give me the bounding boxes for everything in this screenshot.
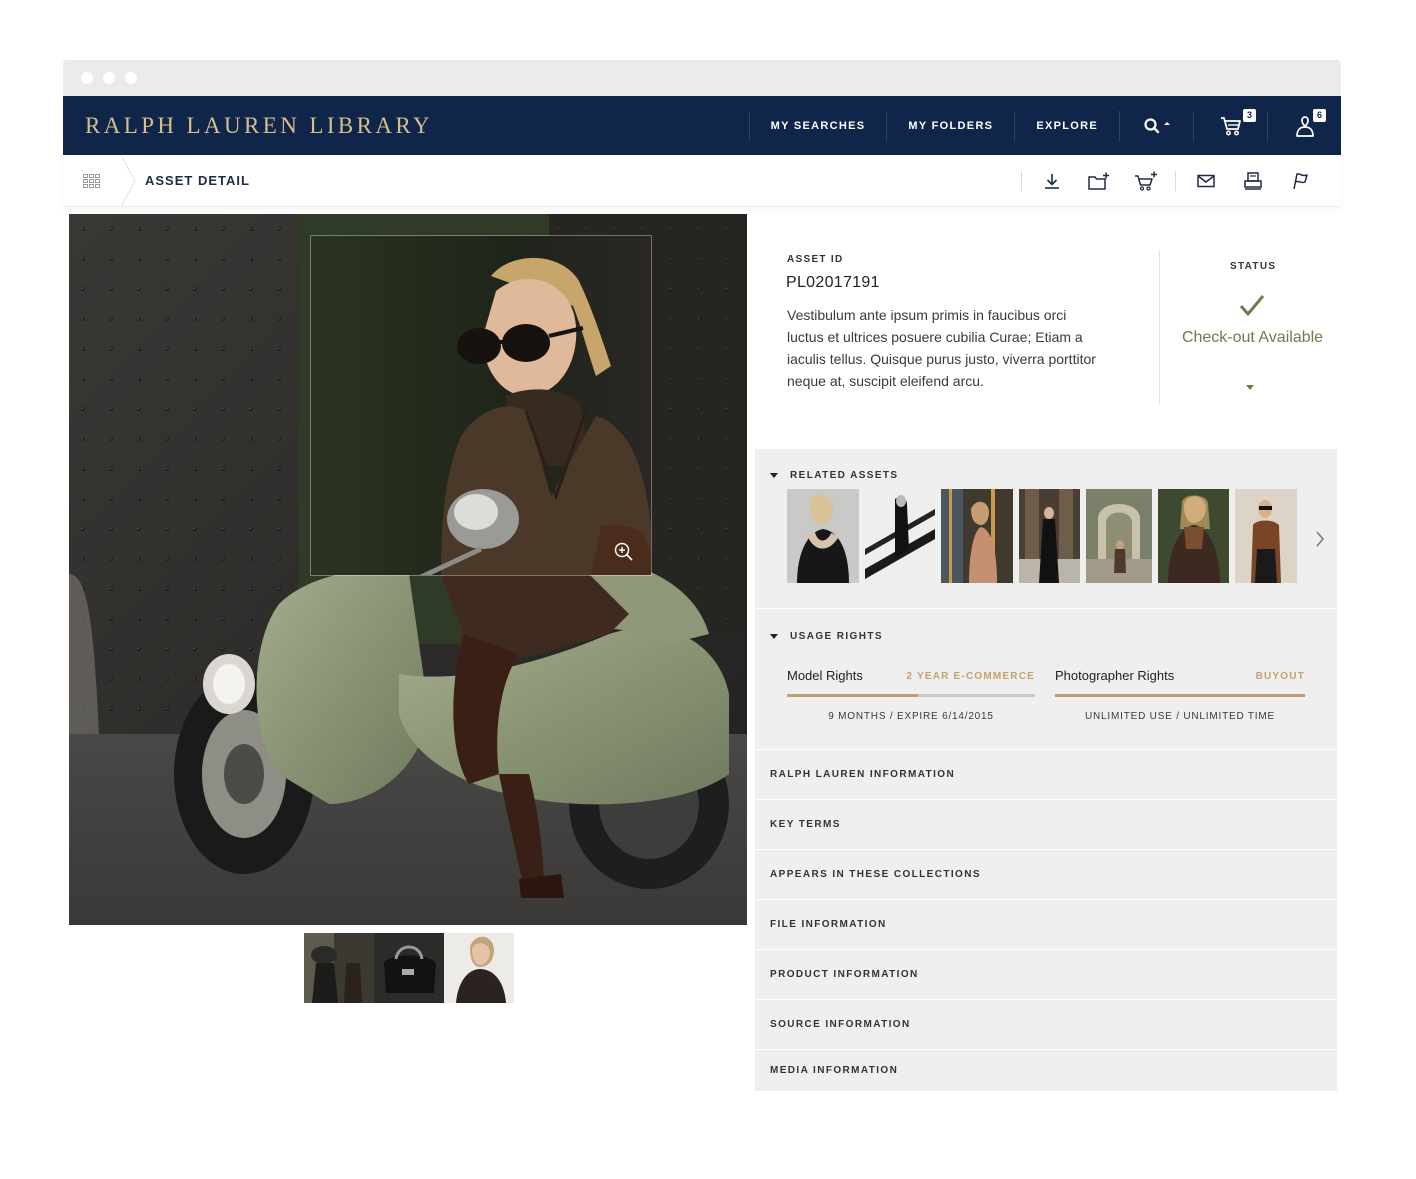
- checkmark-icon: [1239, 295, 1265, 317]
- related-assets-row: [787, 489, 1297, 583]
- section-title: PRODUCT INFORMATION: [770, 969, 919, 980]
- related-asset-thumbnail[interactable]: [1235, 489, 1297, 583]
- toolbar-divider: [1175, 171, 1176, 191]
- chevron-down-icon[interactable]: [1246, 385, 1254, 391]
- add-to-folder-icon: [1087, 172, 1109, 190]
- section-title: SOURCE INFORMATION: [770, 1019, 911, 1030]
- section-key-terms[interactable]: KEY TERMS: [755, 800, 1337, 850]
- section-file-information[interactable]: FILE INFORMATION: [755, 900, 1337, 950]
- add-to-cart-button[interactable]: [1122, 171, 1169, 191]
- search-icon: [1143, 117, 1170, 133]
- cart-button[interactable]: 3: [1194, 96, 1267, 155]
- collapse-icon: [770, 633, 778, 639]
- print-button[interactable]: [1229, 172, 1276, 190]
- brand-logo[interactable]: RALPH LAUREN LIBRARY: [85, 113, 433, 139]
- window-dot[interactable]: [103, 72, 115, 84]
- grid-icon: [83, 173, 100, 188]
- email-button[interactable]: [1182, 174, 1229, 188]
- status-value: Check-out Available: [1181, 329, 1324, 346]
- cart-count-badge: 3: [1243, 109, 1256, 122]
- info-divider: [1159, 250, 1160, 404]
- nav-my-searches[interactable]: MY SEARCHES: [750, 120, 887, 132]
- status-label: STATUS: [1230, 261, 1277, 272]
- window-dot[interactable]: [81, 72, 93, 84]
- breadcrumb: ASSET DETAIL: [145, 173, 250, 188]
- top-nav: RALPH LAUREN LIBRARY MY SEARCHES MY FOLD…: [63, 96, 1341, 155]
- asset-description: Vestibulum ante ipsum primis in faucibus…: [787, 307, 1096, 389]
- collapse-icon: [770, 472, 778, 478]
- browser-window: RALPH LAUREN LIBRARY MY SEARCHES MY FOLD…: [63, 60, 1341, 1100]
- add-to-folder-button[interactable]: [1075, 172, 1122, 190]
- rights-progress-bar: [1055, 694, 1305, 697]
- rights-meta: UNLIMITED USE / UNLIMITED TIME: [1085, 711, 1275, 722]
- section-ralph-lauren-information[interactable]: RALPH LAUREN INFORMATION: [755, 750, 1337, 800]
- section-source-information[interactable]: SOURCE INFORMATION: [755, 1000, 1337, 1050]
- thumbnail-image[interactable]: [304, 933, 374, 1003]
- rights-meta: 9 MONTHS / EXPIRE 6/14/2015: [828, 711, 994, 722]
- thumbnail-image[interactable]: [374, 933, 444, 1003]
- section-title: APPEARS IN THESE COLLECTIONS: [770, 869, 981, 880]
- asset-id: PL02017191: [786, 274, 880, 291]
- flag-icon: [1292, 173, 1308, 190]
- email-icon: [1196, 174, 1215, 188]
- chevron-right-icon[interactable]: [1315, 531, 1325, 547]
- sub-toolbar: ASSET DETAIL: [63, 154, 1341, 207]
- section-title: USAGE RIGHTS: [790, 630, 883, 642]
- flag-button[interactable]: [1276, 172, 1323, 190]
- section-product-information[interactable]: PRODUCT INFORMATION: [755, 950, 1337, 1000]
- breadcrumb-divider: [121, 154, 136, 207]
- asset-info: ASSET ID PL02017191 Vestibulum ante ipsu…: [755, 214, 1337, 449]
- nav-my-folders[interactable]: MY FOLDERS: [887, 120, 1014, 132]
- details-panel: RELATED ASSETS USAGE RIGHTS Model Rights…: [755, 449, 1337, 1092]
- related-asset-thumbnail[interactable]: [941, 489, 1013, 583]
- usage-rights-header[interactable]: USAGE RIGHTS: [755, 609, 1337, 663]
- nav-right: MY SEARCHES MY FOLDERS EXPLORE 3 6: [748, 96, 1341, 155]
- add-to-cart-icon: [1134, 171, 1157, 191]
- main-asset-image[interactable]: [69, 214, 747, 925]
- section-title: RELATED ASSETS: [790, 469, 899, 481]
- toolbar-divider: [1021, 171, 1022, 191]
- asset-details: ASSET ID PL02017191 Vestibulum ante ipsu…: [755, 214, 1337, 1092]
- zoom-in-icon[interactable]: [614, 542, 634, 562]
- download-button[interactable]: [1028, 172, 1075, 190]
- image-thumbnails: [304, 933, 514, 1003]
- section-title: RALPH LAUREN INFORMATION: [770, 769, 956, 780]
- user-icon: [1295, 115, 1314, 137]
- rights-name: Photographer Rights: [1055, 668, 1175, 683]
- section-media-information[interactable]: MEDIA INFORMATION: [755, 1050, 1337, 1092]
- zoom-lens[interactable]: [310, 235, 652, 576]
- related-asset-thumbnail[interactable]: [865, 489, 935, 583]
- download-icon: [1044, 174, 1059, 189]
- nav-explore[interactable]: EXPLORE: [1015, 120, 1119, 132]
- window-dot[interactable]: [125, 72, 137, 84]
- rights-tag: 2 YEAR E-COMMERCE: [906, 671, 1035, 682]
- rights-progress-bar: [787, 694, 919, 697]
- rights-name: Model Rights: [787, 668, 863, 683]
- zoomed-portrait: [311, 236, 651, 575]
- usage-rights-section: USAGE RIGHTS Model Rights 2 YEAR E-COMME…: [755, 609, 1337, 750]
- section-appears-in-collections[interactable]: APPEARS IN THESE COLLECTIONS: [755, 850, 1337, 900]
- related-asset-thumbnail[interactable]: [787, 489, 859, 583]
- search-toggle[interactable]: [1120, 96, 1193, 155]
- related-asset-thumbnail[interactable]: [1158, 489, 1229, 583]
- user-count-badge: 6: [1313, 109, 1326, 122]
- related-asset-thumbnail[interactable]: [1086, 489, 1152, 583]
- window-chrome: [63, 60, 1341, 96]
- section-title: MEDIA INFORMATION: [770, 1065, 899, 1076]
- thumbnail-image[interactable]: [444, 933, 514, 1003]
- section-title: KEY TERMS: [770, 819, 841, 830]
- print-icon: [1243, 172, 1262, 190]
- rights-tag: BUYOUT: [1255, 671, 1305, 682]
- asset-id-label: ASSET ID: [787, 254, 844, 265]
- grid-view-button[interactable]: [63, 155, 121, 207]
- section-title: FILE INFORMATION: [770, 919, 887, 930]
- related-asset-thumbnail[interactable]: [1019, 489, 1080, 583]
- related-assets-section: RELATED ASSETS: [755, 449, 1337, 609]
- cart-icon: [1220, 116, 1241, 135]
- user-button[interactable]: 6: [1268, 96, 1341, 155]
- asset-tools: [1015, 155, 1323, 207]
